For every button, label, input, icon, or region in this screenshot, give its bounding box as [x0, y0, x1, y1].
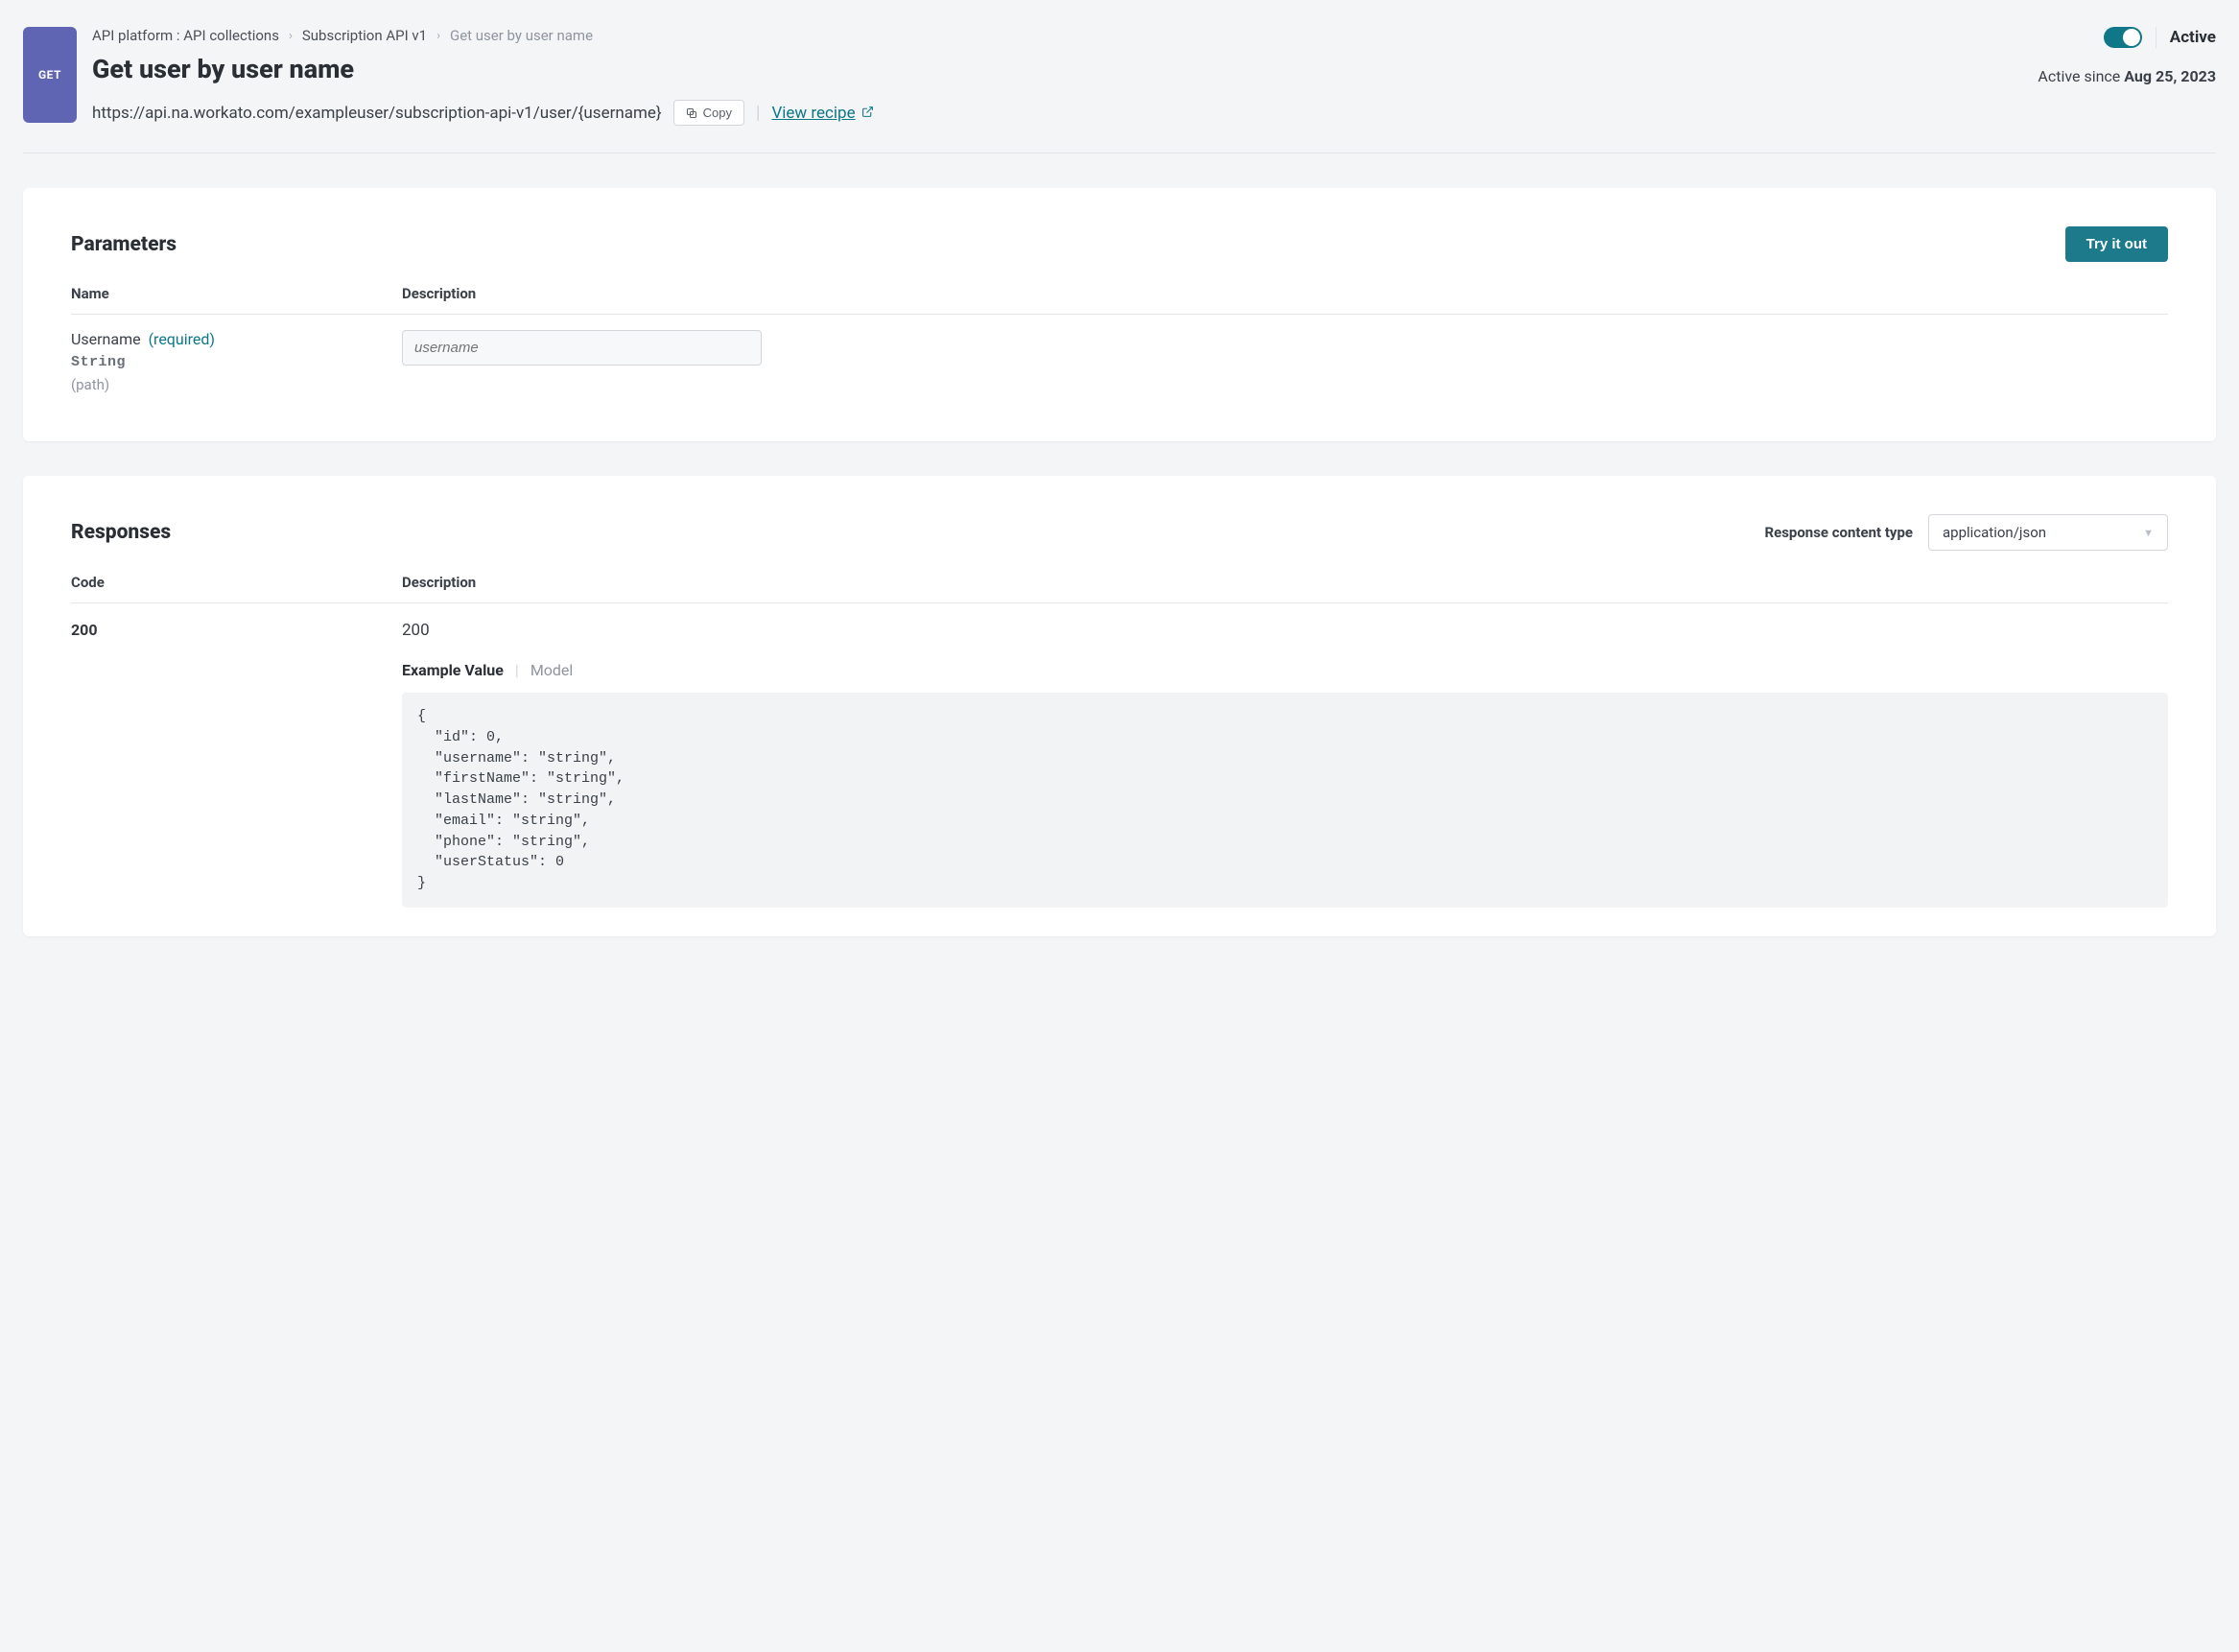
responses-header: Responses Response content type applicat… [71, 514, 2168, 551]
separator [2156, 27, 2157, 48]
copy-button[interactable]: Copy [673, 100, 744, 126]
parameters-header: Parameters Try it out [71, 226, 2168, 262]
header-main: API platform : API collections › Subscri… [92, 27, 1990, 126]
status-label: Active [2170, 28, 2216, 47]
active-since-prefix: Active since [2038, 67, 2124, 85]
parameters-title: Parameters [71, 233, 177, 256]
parameter-required-badge: (required) [149, 330, 215, 348]
breadcrumb: API platform : API collections › Subscri… [92, 27, 1990, 44]
view-recipe-link[interactable]: View recipe [771, 104, 873, 123]
breadcrumb-current: Get user by user name [450, 27, 593, 44]
external-link-icon [861, 104, 874, 123]
header-right: Active Active since Aug 25, 2023 [2005, 27, 2216, 85]
parameter-row: Username (required) String (path) [71, 315, 2168, 393]
active-since-date: Aug 25, 2023 [2124, 67, 2216, 85]
response-row: 200 200 Example Value | Model { "id": 0,… [71, 603, 2168, 908]
column-header-description: Description [402, 285, 2168, 302]
response-code-cell: 200 [71, 621, 402, 639]
column-header-description: Description [402, 574, 2168, 591]
try-it-out-button[interactable]: Try it out [2065, 226, 2168, 262]
breadcrumb-root[interactable]: API platform : API collections [92, 27, 279, 44]
response-example-tabs: Example Value | Model [402, 661, 2168, 679]
responses-table-header: Code Description [71, 574, 2168, 603]
status-toggle-row: Active [2104, 27, 2216, 48]
parameters-card: Parameters Try it out Name Description U… [23, 188, 2216, 441]
parameter-type: String [71, 354, 402, 370]
active-toggle[interactable] [2104, 27, 2142, 48]
response-description: 200 [402, 621, 2168, 640]
parameter-input-username[interactable] [402, 330, 762, 366]
view-recipe-label: View recipe [771, 104, 855, 123]
parameter-name-cell: Username (required) String (path) [71, 330, 402, 393]
responses-title: Responses [71, 521, 171, 544]
copy-icon [686, 107, 697, 119]
chevron-down-icon: ▼ [2143, 527, 2154, 539]
page-title: Get user by user name [92, 54, 1990, 84]
copy-label: Copy [703, 106, 732, 120]
response-content-type-value: application/json [1943, 524, 2046, 541]
column-header-name: Name [71, 285, 402, 302]
parameter-desc-cell [402, 330, 2168, 366]
responses-card: Responses Response content type applicat… [23, 476, 2216, 936]
breadcrumb-collection[interactable]: Subscription API v1 [302, 27, 427, 44]
separator: | [515, 661, 519, 679]
chevron-right-icon: › [289, 29, 293, 43]
response-content-type-label: Response content type [1764, 524, 1913, 541]
http-method-badge: GET [23, 27, 77, 123]
page-header: GET API platform : API collections › Sub… [23, 27, 2216, 153]
separator: | [756, 103, 760, 123]
response-example-json: { "id": 0, "username": "string", "firstN… [402, 693, 2168, 908]
tab-model[interactable]: Model [530, 661, 574, 679]
chevron-right-icon: › [436, 29, 440, 43]
response-content-type-select[interactable]: application/json ▼ [1928, 514, 2168, 551]
active-since: Active since Aug 25, 2023 [2038, 67, 2216, 85]
column-header-code: Code [71, 574, 402, 591]
endpoint-url: https://api.na.workato.com/exampleuser/s… [92, 104, 662, 123]
parameter-name: Username [71, 330, 141, 348]
response-content-type-row: Response content type application/json ▼ [1764, 514, 2168, 551]
parameters-table-header: Name Description [71, 285, 2168, 315]
parameter-in: (path) [71, 376, 402, 393]
endpoint-url-row: https://api.na.workato.com/exampleuser/s… [92, 100, 1990, 126]
response-code: 200 [71, 621, 98, 639]
tab-example-value[interactable]: Example Value [402, 661, 504, 679]
response-desc-cell: 200 Example Value | Model { "id": 0, "us… [402, 621, 2168, 908]
